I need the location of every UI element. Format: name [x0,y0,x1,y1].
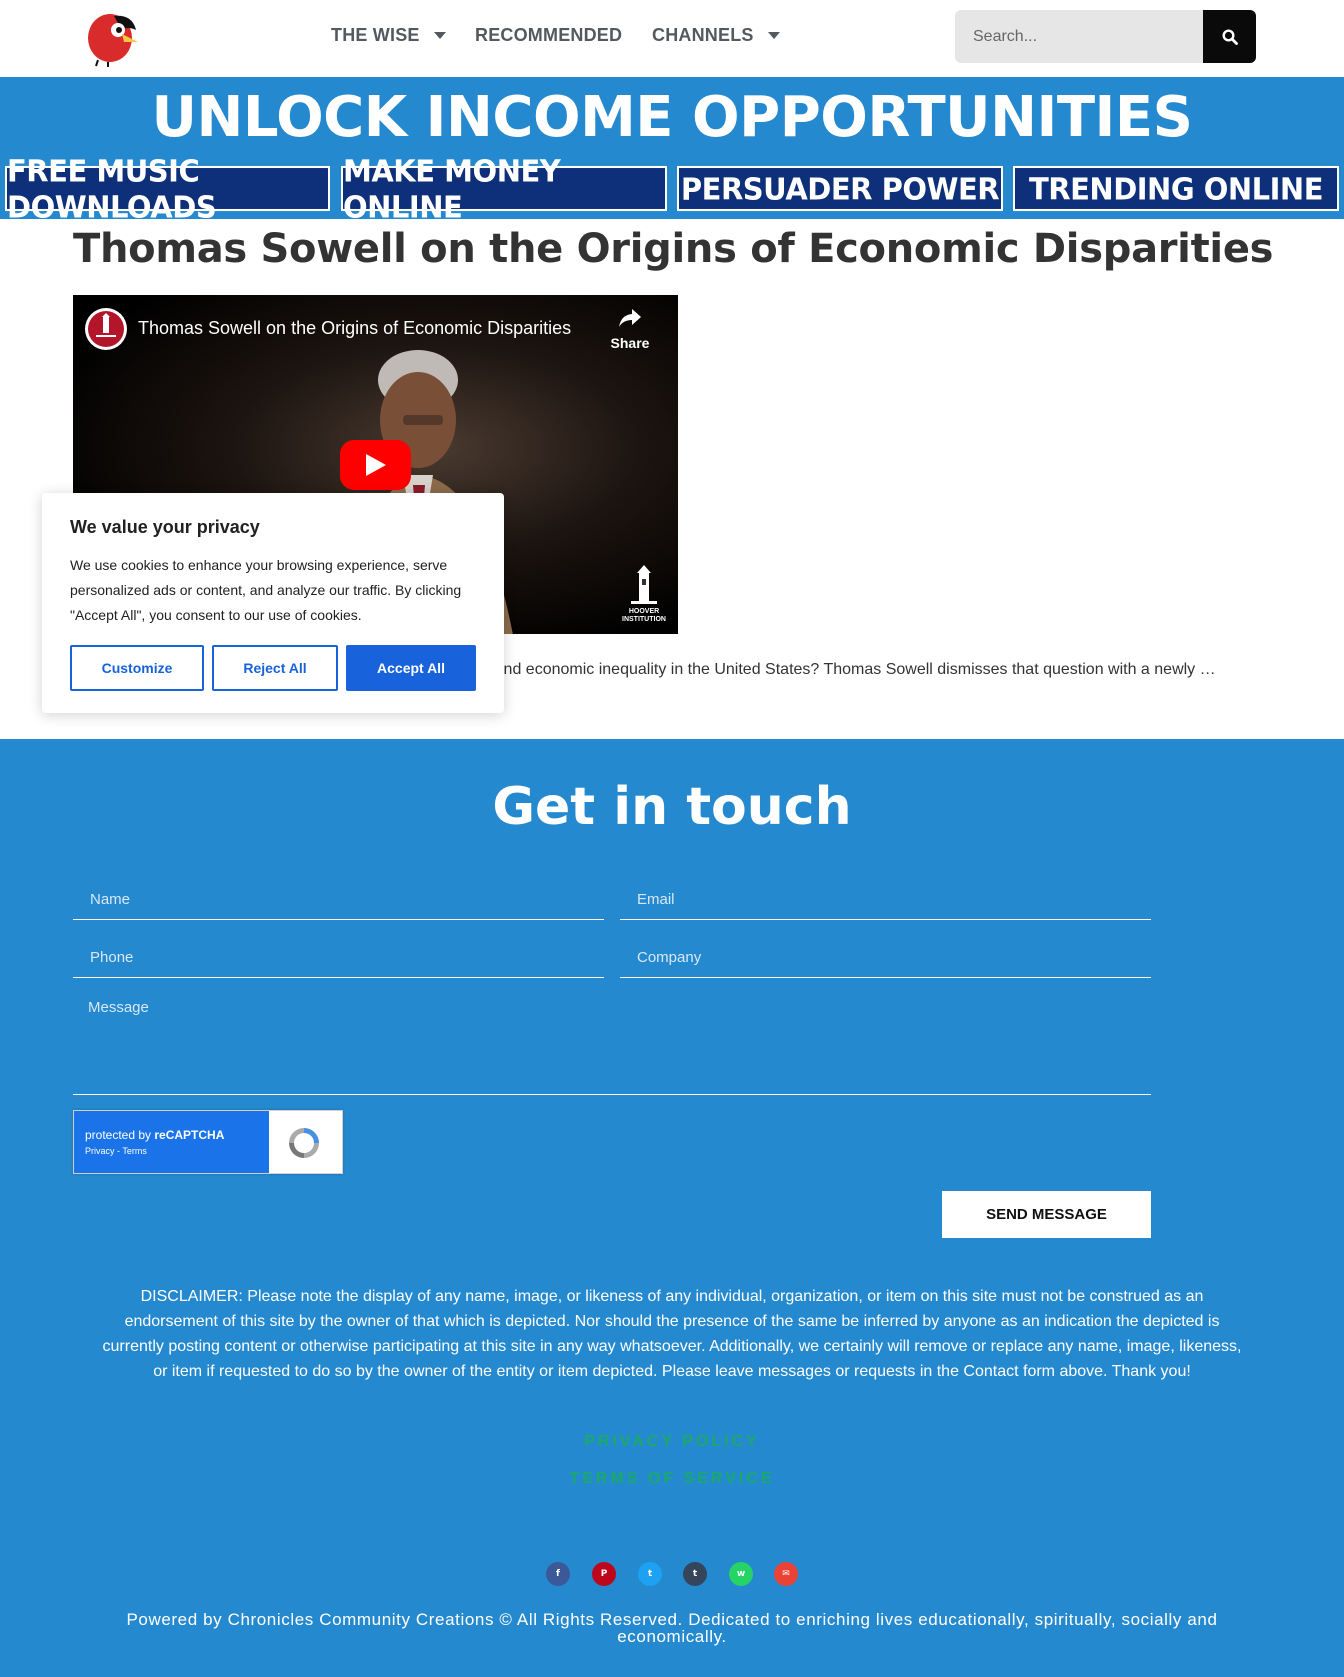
nav-item-label: THE WISE [331,24,420,45]
video-share-button[interactable]: Share [608,307,652,351]
free-music-downloads-button[interactable]: FREE MUSIC DOWNLOADS [5,153,330,224]
caret-down-icon [433,31,446,39]
hoover-watermark-text: HOOVER INSTITUTION [622,608,666,623]
accept-all-button[interactable]: Accept All [346,645,476,691]
whatsapp-icon[interactable]: w [729,1562,753,1586]
name-field[interactable] [73,880,604,920]
cookie-text: We use cookies to enhance your browsing … [70,557,462,623]
play-icon [365,454,386,476]
trending-online-button[interactable]: TRENDING ONLINE [1013,165,1339,212]
make-money-online-button[interactable]: MAKE MONEY ONLINE [341,153,667,224]
persuader-power-button[interactable]: PERSUADER POWER [677,165,1003,212]
search-input[interactable] [955,10,1203,63]
recaptcha-label: protected by reCAPTCHA [85,1128,225,1142]
recaptcha-icon [289,1128,319,1158]
article-title: Thomas Sowell on the Origins of Economic… [73,226,1274,272]
disclaimer: DISCLAIMER: Please note the display of a… [102,1288,1242,1380]
terms-of-service-link[interactable]: TERMS OF SERVICE [0,1470,1344,1488]
phone-field[interactable] [73,938,604,978]
email-field[interactable] [620,880,1151,920]
site-header: THE WISE RECOMMENDED CHANNELS [0,0,1344,77]
reject-all-button[interactable]: Reject All [212,645,338,691]
income-banner: UNLOCK INCOME OPPORTUNITIES FREE MUSIC D… [0,77,1344,224]
banner-title: UNLOCK INCOME OPPORTUNITIES [151,85,1193,150]
video-title[interactable]: Thomas Sowell on the Origins of Economic… [138,318,571,339]
message-field[interactable] [73,989,1151,1095]
tumblr-icon[interactable]: t [683,1562,707,1586]
search-button[interactable] [1203,10,1256,63]
share-icon [619,309,641,327]
phone-input[interactable] [73,938,604,977]
caret-down-icon [767,31,780,39]
recaptcha-links[interactable]: Privacy - Terms [85,1146,147,1156]
company-field[interactable] [620,938,1151,978]
hoover-watermark: HOOVER INSTITUTION [621,565,667,625]
nav-item-label: CHANNELS [652,24,754,45]
nav-item-channels[interactable]: CHANNELS [652,22,780,48]
privacy-policy-link[interactable]: PRIVACY POLICY [0,1433,1344,1451]
cookie-title: We value your privacy [70,517,260,537]
email-icon[interactable]: ✉ [774,1562,798,1586]
cookie-consent-dialog: We value your privacy We use cookies to … [42,493,504,713]
contact-section: Get in touch protected by reCAPTCHA Priv… [0,739,1344,1677]
twitter-icon[interactable]: t [638,1562,662,1586]
play-button[interactable] [340,440,411,490]
copyright: Powered by Chronicles Community Creation… [126,1610,1218,1646]
facebook-icon[interactable]: f [546,1562,570,1586]
social-share-bar: f P t t w ✉ [0,1562,1344,1586]
pinterest-icon[interactable]: P [592,1562,616,1586]
search-icon [1221,28,1238,45]
company-input[interactable] [620,938,1151,977]
excerpt-text: ind economic inequality in the United St… [500,661,1216,678]
nav-item-label: RECOMMENDED [475,24,623,45]
email-input[interactable] [620,880,1151,919]
nav-item-the-wise[interactable]: THE WISE [331,22,446,48]
customize-button[interactable]: Customize [70,645,204,691]
message-textarea[interactable] [73,989,1151,1094]
share-label: Share [610,335,650,351]
recaptcha-badge[interactable]: protected by reCAPTCHA Privacy - Terms [73,1110,343,1174]
search-box [955,10,1256,63]
nav-item-recommended[interactable]: RECOMMENDED [475,22,622,48]
recaptcha-label-panel: protected by reCAPTCHA Privacy - Terms [74,1111,269,1173]
name-input[interactable] [73,880,604,919]
send-message-button[interactable]: SEND MESSAGE [942,1191,1151,1238]
hoover-channel-icon[interactable] [85,308,127,350]
contact-title: Get in touch [492,777,852,837]
